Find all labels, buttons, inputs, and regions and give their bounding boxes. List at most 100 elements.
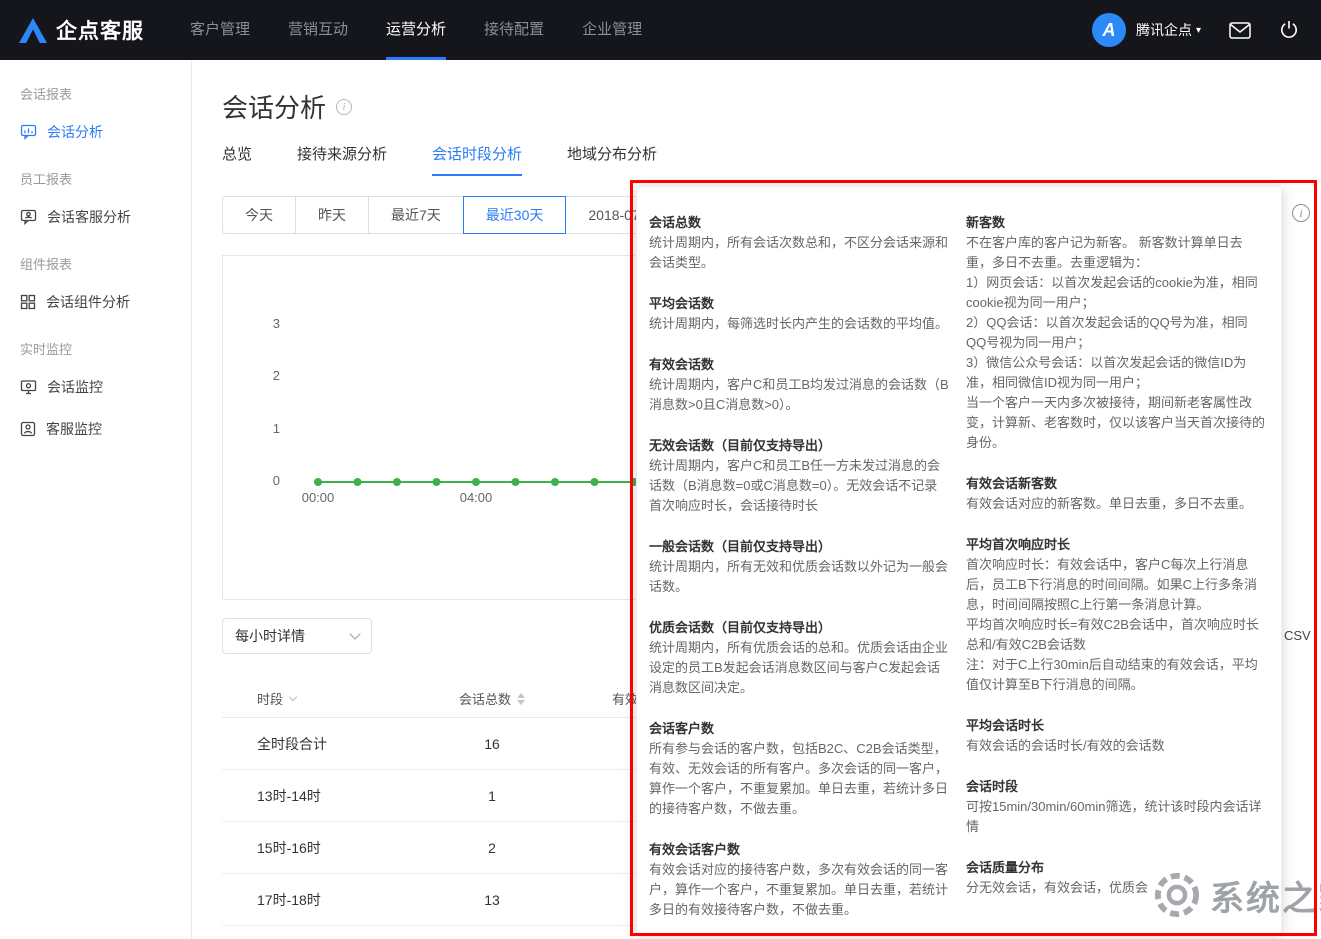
definition-entry: 会话总数 统计周期内，所有会话次数总和，不区分会话来源和会话类型。	[649, 213, 949, 273]
tab-overview[interactable]: 总览	[222, 143, 252, 176]
account-avatar[interactable]: A	[1092, 13, 1126, 47]
definition-text: 有效会话对应的新客数。单日去重，多日不去重。	[966, 494, 1266, 514]
sidebar-item-agent-session-analysis[interactable]: 会话客服分析	[0, 196, 191, 238]
nav-item-enterprise-management[interactable]: 企业管理	[582, 0, 642, 60]
chevron-down-icon	[349, 628, 360, 639]
sidebar: 会话报表 会话分析 员工报表 会话客服分析 组件报表	[0, 60, 192, 939]
chart-point	[354, 478, 362, 486]
date-filter-yesterday[interactable]: 昨天	[295, 196, 369, 234]
definition-text: 首次响应时长：有效会话中，客户C每次上行消息后，员工B下行消息的时间间隔。如果C…	[966, 555, 1266, 695]
components-icon	[20, 294, 36, 310]
column-header-label: 会话总数	[459, 689, 511, 708]
title-info-icon[interactable]: i	[336, 99, 352, 115]
column-header-period[interactable]: 时段	[222, 689, 382, 708]
column-header-label: 时段	[257, 689, 283, 708]
agent-chat-icon	[20, 209, 37, 225]
definition-term: 会话客户数	[649, 719, 949, 739]
cell-period: 15时-16时	[222, 838, 382, 858]
definition-text: 统计周期内，每筛选时长内产生的会话数的平均值。	[649, 314, 949, 334]
chart-point	[314, 478, 322, 486]
cell-total: 1	[382, 788, 602, 804]
definition-text: 有效会话对应的接待客户数，多次有效会话的同一客户，算作一个客户，不重复累加。单日…	[649, 860, 949, 920]
definition-term: 优质会话数（目前仅支持导出）	[649, 618, 949, 638]
date-filter-last7days[interactable]: 最近7天	[368, 196, 464, 234]
sidebar-item-component-analysis[interactable]: 会话组件分析	[0, 281, 191, 323]
sidebar-section-realtime-monitor: 实时监控 会话监控 客服监控	[0, 331, 191, 450]
definition-term: 平均首次响应时长	[966, 535, 1266, 555]
definition-text: 统计周期内，客户C和员工B均发过消息的会话数（B消息数>0且C消息数>0）。	[649, 375, 949, 415]
watermark-logo-icon	[1150, 868, 1204, 922]
definition-entry: 一般会话数（目前仅支持导出） 统计周期内，所有无效和优质会话数以外记为一般会话数…	[649, 537, 949, 597]
chart-point	[433, 478, 441, 486]
date-filter-last30days[interactable]: 最近30天	[463, 196, 567, 234]
definition-entry: 平均会话时长 有效会话的会话时长/有效的会话数	[966, 716, 1266, 756]
sidebar-section-header: 会话报表	[0, 76, 191, 111]
cell-total: 16	[382, 736, 602, 752]
nav-item-reception-config[interactable]: 接待配置	[484, 0, 544, 60]
date-filter-today[interactable]: 今天	[222, 196, 296, 234]
brand[interactable]: 企点客服	[18, 15, 144, 45]
definition-entry: 平均首次响应时长 首次响应时长：有效会话中，客户C每次上行消息后，员工B下行消息…	[966, 535, 1266, 695]
interval-dropdown-value: 每小时详情	[235, 626, 305, 646]
sidebar-item-agent-monitor[interactable]: 客服监控	[0, 408, 191, 450]
sidebar-section-header: 组件报表	[0, 246, 191, 281]
column-header-total[interactable]: 会话总数	[382, 689, 602, 708]
primary-nav: 客户管理 营销互动 运营分析 接待配置 企业管理	[190, 0, 680, 60]
definition-term: 有效会话新客数	[966, 474, 1266, 494]
definition-text: 可按15min/30min/60min筛选，统计该时段内会话详情	[966, 797, 1266, 837]
chart-point	[393, 478, 401, 486]
definition-entry: 平均会话数 统计周期内，每筛选时长内产生的会话数的平均值。	[649, 294, 949, 334]
chart-point	[512, 478, 520, 486]
definition-term: 平均会话时长	[966, 716, 1266, 736]
cell-total: 13	[382, 892, 602, 908]
sidebar-section-staff-reports: 员工报表 会话客服分析	[0, 161, 191, 238]
definition-term: 有效会话数	[649, 355, 949, 375]
definition-text: 统计周期内，所有会话次数总和，不区分会话来源和会话类型。	[649, 233, 949, 273]
tab-region-distribution[interactable]: 地域分布分析	[567, 143, 657, 176]
brand-text: 企点客服	[56, 15, 144, 45]
chat-chart-icon	[20, 124, 37, 140]
nav-item-customer-management[interactable]: 客户管理	[190, 0, 250, 60]
agent-monitor-icon	[20, 421, 36, 437]
sidebar-section-session-reports: 会话报表 会话分析	[0, 76, 191, 153]
tab-session-period[interactable]: 会话时段分析	[432, 143, 522, 176]
definition-entry: 会话时段 可按15min/30min/60min筛选，统计该时段内会话详情	[966, 777, 1266, 837]
tab-reception-source[interactable]: 接待来源分析	[297, 143, 387, 176]
chart-point	[591, 478, 599, 486]
nav-item-marketing[interactable]: 营销互动	[288, 0, 348, 60]
watermark-text: 系统之家	[1210, 871, 1321, 920]
sidebar-item-session-monitor[interactable]: 会话监控	[0, 366, 191, 408]
tooltip-left-column: 会话总数 统计周期内，所有会话次数总和，不区分会话来源和会话类型。 平均会话数 …	[649, 213, 949, 933]
top-navbar: 企点客服 客户管理 营销互动 运营分析 接待配置 企业管理 A 腾讯企点 ▾	[0, 0, 1321, 60]
page-title: 会话分析	[222, 88, 326, 125]
definition-text: 不在客户库的客户记为新客。 新客数计算单日去重，多日不去重。去重逻辑为： 1）网…	[966, 233, 1266, 453]
watermark: 系统之家	[1150, 868, 1321, 922]
y-axis-tick-label: 3	[258, 316, 280, 331]
metrics-info-icon[interactable]: i	[1292, 204, 1310, 222]
chart-point	[551, 478, 559, 486]
mail-icon[interactable]	[1229, 22, 1251, 39]
definition-term: 一般会话数（目前仅支持导出）	[649, 537, 949, 557]
nav-item-operation-analytics[interactable]: 运营分析	[386, 0, 446, 60]
cell-period: 全时段合计	[222, 734, 382, 754]
account-name[interactable]: 腾讯企点	[1136, 20, 1192, 40]
definition-text: 统计周期内，所有优质会话的总和。优质会话由企业设定的员工B发起会话消息数区间与客…	[649, 638, 949, 698]
definition-term: 平均会话数	[649, 294, 949, 314]
x-axis-tick-label: 00:00	[296, 490, 340, 505]
sidebar-item-session-analysis[interactable]: 会话分析	[0, 111, 191, 153]
definition-text: 统计周期内，客户C和员工B任一方未发过消息的会话数（B消息数=0或C消息数=0）…	[649, 456, 949, 516]
definition-entry: 无效会话数（目前仅支持导出） 统计周期内，客户C和员工B任一方未发过消息的会话数…	[649, 436, 949, 516]
sidebar-item-label: 会话监控	[47, 377, 103, 397]
export-csv-button[interactable]: CSV	[1284, 628, 1311, 643]
definition-entry: 新客数 不在客户库的客户记为新客。 新客数计算单日去重，多日不去重。去重逻辑为：…	[966, 213, 1266, 453]
page: 企点客服 客户管理 营销互动 运营分析 接待配置 企业管理 A 腾讯企点 ▾ 会…	[0, 0, 1321, 939]
definition-entry: 有效会话数 统计周期内，客户C和员工B均发过消息的会话数（B消息数>0且C消息数…	[649, 355, 949, 415]
definition-text: 有效会话的会话时长/有效的会话数	[966, 736, 1266, 756]
cell-period: 17时-18时	[222, 890, 382, 910]
interval-dropdown[interactable]: 每小时详情	[222, 618, 372, 654]
cell-total: 2	[382, 840, 602, 856]
logout-icon[interactable]	[1279, 20, 1299, 40]
definition-entry: 会话客户数 所有参与会话的客户数，包括B2C、C2B会话类型，有效、无效会话的所…	[649, 719, 949, 819]
definition-term: 新客数	[966, 213, 1266, 233]
sort-caret-icon	[289, 693, 297, 701]
